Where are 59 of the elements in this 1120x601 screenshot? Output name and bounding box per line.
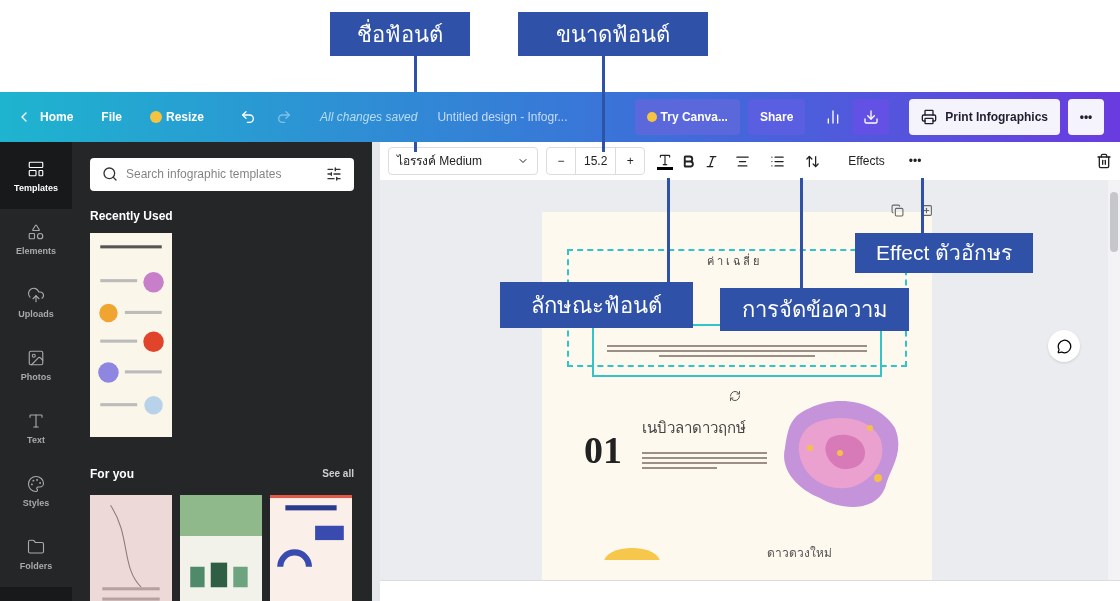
rotate-icon[interactable] [729, 390, 741, 402]
callout-label: Effect ตัวอักษร [855, 233, 1033, 273]
filter-icon[interactable] [326, 166, 342, 183]
download-button[interactable] [853, 99, 890, 135]
undo-icon[interactable] [240, 109, 257, 125]
rail-tab[interactable]: Text [0, 398, 72, 461]
font-dropdown[interactable]: ไอรรงค์ Medium [388, 147, 538, 175]
rail-tab[interactable]: Uploads [0, 272, 72, 335]
duplicate-icon[interactable] [891, 204, 904, 217]
delete-icon[interactable] [1096, 153, 1112, 169]
step-number: 01 [584, 428, 622, 473]
list-icon[interactable] [770, 153, 786, 169]
tab-icon [27, 411, 45, 430]
rail-tab[interactable]: Folders [0, 524, 72, 587]
rail-tab[interactable]: Styles [0, 461, 72, 524]
rail-tab[interactable]: Elements [0, 209, 72, 272]
see-all-link[interactable]: See all [322, 466, 354, 482]
tab-icon [27, 348, 45, 367]
increase-button[interactable]: + [616, 152, 645, 170]
tab-icon [27, 474, 45, 493]
planet-drawing [602, 548, 662, 560]
share-button[interactable]: Share [747, 99, 806, 135]
callout-label: ขนาดฟ้อนต์ [518, 12, 708, 56]
callout-label: ลักษณะฟ้อนต์ [500, 282, 693, 328]
decrease-button[interactable]: − [547, 152, 575, 170]
section-heading: Recently Used [90, 207, 174, 225]
italic-icon[interactable] [704, 153, 720, 169]
comment-icon [1056, 338, 1072, 354]
effects-button[interactable]: Effects [840, 152, 893, 170]
template-thumbnail[interactable] [90, 232, 172, 437]
comment-button[interactable] [1048, 330, 1080, 362]
step-heading: เนบิวลาดาวฤกษ์ [642, 418, 746, 438]
text-color-icon[interactable] [657, 152, 674, 170]
rail-tab[interactable]: Photos [0, 335, 72, 398]
save-status: All changes saved [320, 109, 418, 126]
tab-icon [27, 222, 45, 241]
step-heading: ดาวดวงใหม่ [767, 545, 832, 562]
template-thumbnail[interactable] [180, 494, 262, 601]
tab-icon [27, 537, 45, 556]
print-button[interactable]: Print Infographics [909, 99, 1060, 135]
section-heading: For you [90, 465, 134, 483]
template-thumbnail[interactable] [90, 494, 172, 601]
printer-icon [921, 109, 938, 125]
search-icon [102, 166, 118, 183]
search-input[interactable]: Search infographic templates [126, 165, 318, 184]
subtitle-text: ค่าเฉลี่ย [707, 253, 762, 269]
spacing-icon[interactable] [805, 153, 821, 169]
try-canva-button[interactable]: Try Canva... [634, 99, 740, 135]
tab-icon [27, 159, 45, 178]
align-icon[interactable] [735, 153, 751, 169]
more-button[interactable]: ••• [1068, 99, 1104, 135]
download-icon [863, 109, 880, 125]
tab-icon [27, 285, 45, 304]
more-button[interactable]: ••• [908, 152, 922, 170]
callout-label: การจัดข้อความ [720, 288, 909, 331]
callout-label: ชื่อฟ้อนต์ [330, 12, 470, 56]
template-thumbnail[interactable] [270, 494, 352, 601]
search-field[interactable]: Search infographic templates [90, 158, 354, 191]
bold-icon[interactable] [681, 153, 697, 169]
